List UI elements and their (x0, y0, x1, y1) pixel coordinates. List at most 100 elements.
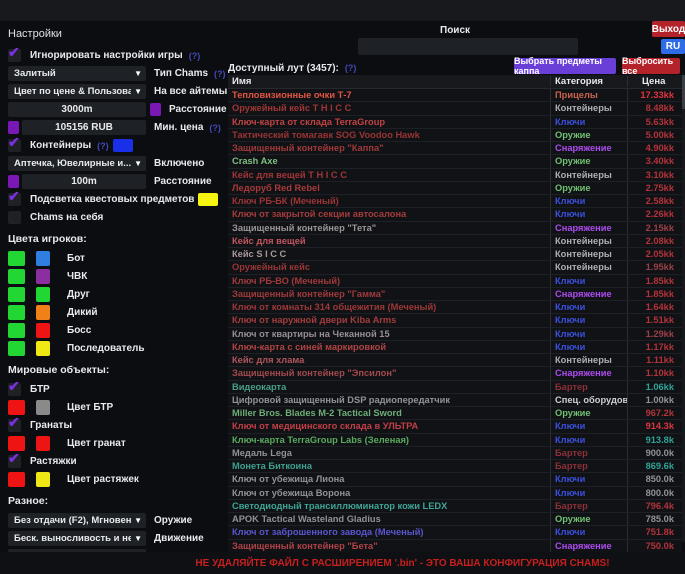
containers-row[interactable]: ✔ Контейнеры (?) (8, 138, 226, 153)
ignore-game-settings-row[interactable]: ✔ Игнорировать настройки игры (?) (8, 48, 226, 63)
color-swatch[interactable] (8, 400, 25, 415)
btr-checkbox[interactable]: ✔ (8, 383, 21, 396)
help-hint[interactable]: (?) (189, 51, 201, 61)
color-swatch[interactable] (36, 472, 50, 487)
language-button[interactable]: RU (661, 39, 685, 54)
tripwires-checkbox[interactable]: ✔ (8, 455, 21, 468)
table-row[interactable]: Тепловизионные очки Т-7Прицелы17.33kk (228, 89, 682, 102)
ignore-game-settings-checkbox[interactable]: ✔ (8, 49, 21, 62)
table-row[interactable]: Ключ-карта TerraGroup Labs (Зеленая)Ключ… (228, 434, 682, 447)
table-row[interactable]: Защищенный контейнер "Гамма"Снаряжение1.… (228, 288, 682, 301)
quest-highlight-row[interactable]: ✔ Подсветка квестовых предметов (8, 192, 226, 207)
containers-color-swatch[interactable] (113, 139, 133, 152)
color-swatch[interactable] (8, 436, 25, 451)
quest-highlight-color-swatch[interactable] (198, 193, 218, 206)
color-swatch[interactable] (36, 323, 50, 338)
column-header-name[interactable]: Имя (228, 76, 550, 87)
color-swatch[interactable] (8, 305, 25, 320)
table-row[interactable]: Ключ-карта от склада TerraGroupКлючи5.63… (228, 116, 682, 129)
table-row[interactable]: Ключ РБ-БК (Меченый)Ключи2.58kk (228, 195, 682, 208)
table-row[interactable]: ВидеокартаБартер1.06kk (228, 381, 682, 394)
table-row[interactable]: Кейс для вещейКонтейнеры2.08kk (228, 235, 682, 248)
table-row[interactable]: Оружейный кейсКонтейнеры1.95kk (228, 261, 682, 274)
chams-self-checkbox[interactable] (8, 211, 21, 224)
color-swatch[interactable] (36, 287, 50, 302)
help-hint[interactable]: (?) (214, 69, 226, 79)
color-swatch[interactable] (36, 269, 50, 284)
table-row[interactable]: Ключ от комнаты 314 общежития (Меченый)К… (228, 301, 682, 314)
tripwires-label: Растяжки (30, 456, 77, 467)
distance-input[interactable]: 3000m (8, 102, 146, 117)
table-row[interactable]: Ключ от закрытой секции автосалонаКлючи2… (228, 208, 682, 221)
color-swatch[interactable] (36, 341, 50, 356)
table-row[interactable]: APOK Tactical Wasteland GladiusОружие785… (228, 513, 682, 526)
table-row[interactable]: Ключ от наружной двери Kiba ArmsКлючи1.5… (228, 314, 682, 327)
table-row[interactable]: Защищенный контейнер "Каппа"Снаряжение4.… (228, 142, 682, 155)
btr-row[interactable]: ✔ БТР (8, 382, 226, 397)
quest-highlight-checkbox[interactable]: ✔ (8, 193, 21, 206)
table-cell-name: Монета Биткоина (228, 460, 550, 472)
table-row[interactable]: Монета БиткоинаБартер869.6k (228, 460, 682, 473)
table-row[interactable]: Защищенный контейнер "Бета"Снаряжение750… (228, 540, 682, 553)
color-swatch[interactable] (36, 400, 50, 415)
table-row[interactable]: Ключ от квартиры на Чеканной 15Ключи1.29… (228, 328, 682, 341)
table-row[interactable]: Защищенный контейнер "Тета"Снаряжение2.1… (228, 222, 682, 235)
table-row[interactable]: Ключ-карта с синей маркировкойКлючи1.17k… (228, 341, 682, 354)
column-header-price[interactable]: Цена (627, 76, 678, 87)
table-cell-name: Ключ-карта от склада TerraGroup (228, 116, 550, 128)
table-row[interactable]: Кейс для вещей T H I C CКонтейнеры3.10kk (228, 169, 682, 182)
color-swatch[interactable] (8, 251, 25, 266)
color-swatch[interactable] (8, 472, 25, 487)
color-swatch[interactable] (36, 251, 50, 266)
color-mode-select[interactable]: Цвет по цене & Пользователь ▼ (8, 84, 146, 99)
table-row[interactable]: Светодиодный трансиллюминатор кожи LEDXБ… (228, 500, 682, 513)
containers-checkbox[interactable]: ✔ (8, 139, 21, 152)
table-row[interactable]: Кейс S I C CКонтейнеры2.05kk (228, 248, 682, 261)
help-hint[interactable]: (?) (345, 63, 357, 73)
table-row[interactable]: Ледоруб Red RebelОружие2.75kk (228, 182, 682, 195)
table-row[interactable]: Оружейный кейс T H I C CКонтейнеры8.48kk (228, 102, 682, 115)
color-swatch[interactable] (8, 323, 25, 338)
chams-self-row[interactable]: Chams на себя (8, 210, 226, 225)
search-input[interactable] (358, 38, 578, 55)
tripwires-row[interactable]: ✔ Растяжки (8, 454, 226, 469)
check-icon: ✔ (8, 189, 20, 203)
table-row[interactable]: Кейс для хламаКонтейнеры1.11kk (228, 354, 682, 367)
color-swatch[interactable] (8, 341, 25, 356)
grenade-color-row: Цвет гранат (8, 436, 226, 451)
distance2-color-swatch[interactable] (8, 175, 19, 188)
table-row[interactable]: Ключ от убежища ЛионаКлючи850.0k (228, 473, 682, 486)
help-hint[interactable]: (?) (97, 141, 109, 151)
exit-button[interactable]: Выход (652, 21, 685, 37)
color-swatch[interactable] (8, 287, 25, 302)
table-row[interactable]: Miller Bros. Blades M-2 Tactical SwordОр… (228, 407, 682, 420)
table-row[interactable]: Медаль LegaБартер900.0k (228, 447, 682, 460)
distance2-input[interactable]: 100m (22, 174, 146, 189)
table-row[interactable]: Ключ от убежища ВоронаКлючи800.0k (228, 487, 682, 500)
min-price-input[interactable]: 105156 RUB (22, 120, 146, 135)
settings-panel: Настройки ✔ Игнорировать настройки игры … (8, 24, 226, 574)
discard-all-button[interactable]: Выбросить все (622, 58, 680, 74)
color-swatch[interactable] (36, 436, 50, 451)
table-row[interactable]: Цифровой защищенный DSP радиопередатчикС… (228, 394, 682, 407)
table-row[interactable]: Тактический томагавк SOG Voodoo HawkОруж… (228, 129, 682, 142)
color-swatch[interactable] (36, 305, 50, 320)
grenades-row[interactable]: ✔ Гранаты (8, 418, 226, 433)
distance-color-swatch[interactable] (150, 103, 161, 116)
table-row[interactable]: Crash AxeОружие3.40kk (228, 155, 682, 168)
table-row[interactable]: Ключ от медицинского склада в УЛЬТРАКлюч… (228, 420, 682, 433)
grenades-checkbox[interactable]: ✔ (8, 419, 21, 432)
table-row[interactable]: Ключ от заброшенного завода (Меченый)Клю… (228, 526, 682, 539)
table-row[interactable]: Защищенный контейнер "Эпсилон"Снаряжение… (228, 367, 682, 380)
help-hint[interactable]: (?) (209, 123, 221, 133)
min-price-color-swatch[interactable] (8, 121, 19, 134)
enabled-filter-select[interactable]: Аптечка, Ювелирные и... ▼ (8, 156, 146, 171)
table-row[interactable]: Ключ РБ-ВО (Меченый)Ключи1.85kk (228, 275, 682, 288)
select-kappa-items-button[interactable]: Выбрать предметы каппа (514, 58, 616, 74)
weapon-select[interactable]: Без отдачи (F2), Мгновенное п ▼ (8, 513, 146, 528)
column-header-category[interactable]: Категория (550, 76, 627, 87)
movement-select[interactable]: Беск. выносливость и нет уста: ▼ (8, 531, 146, 546)
table-cell-price: 2.58kk (627, 195, 678, 207)
color-swatch[interactable] (8, 269, 25, 284)
chams-type-select[interactable]: Залитый ▼ (8, 66, 146, 81)
